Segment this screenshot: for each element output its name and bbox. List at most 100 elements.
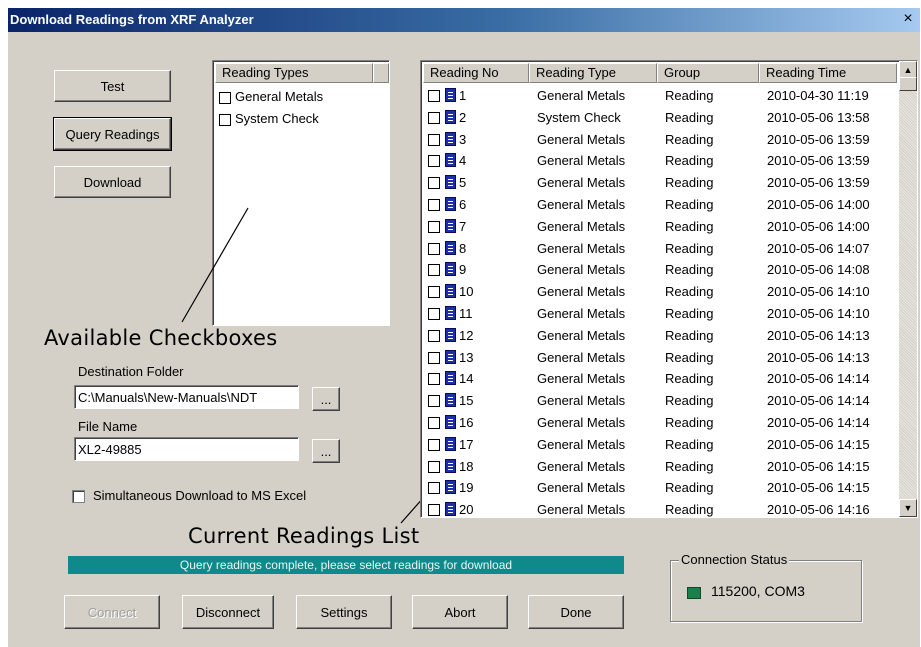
excel-label: Simultaneous Download to MS Excel bbox=[93, 488, 307, 503]
query-readings-button[interactable]: Query Readings bbox=[53, 117, 172, 151]
table-row[interactable]: 17 General Metals Reading 2010-05-06 14:15 bbox=[421, 434, 899, 456]
table-cell: General Metals bbox=[537, 480, 626, 496]
row-checkbox[interactable] bbox=[428, 504, 440, 517]
table-row[interactable]: 7 General Metals Reading 2010-05-06 14:00 bbox=[421, 216, 899, 238]
column-header[interactable]: Reading No bbox=[423, 63, 529, 83]
done-button[interactable]: Done bbox=[528, 595, 624, 629]
document-icon bbox=[445, 240, 456, 255]
table-cell: General Metals bbox=[537, 436, 626, 452]
table-row[interactable]: 1 General Metals Reading 2010-04-30 11:19 bbox=[421, 85, 899, 107]
row-checkbox[interactable] bbox=[428, 351, 440, 364]
disconnect-button[interactable]: Disconnect bbox=[182, 595, 274, 629]
reading-types-list: Reading Types General Metals System Chec… bbox=[212, 60, 390, 326]
column-header[interactable]: Reading Type bbox=[529, 63, 657, 83]
scroll-thumb[interactable] bbox=[899, 77, 917, 91]
column-header[interactable]: Reading Time bbox=[759, 63, 897, 83]
row-checkbox[interactable] bbox=[428, 417, 440, 429]
table-cell: Reading bbox=[665, 218, 714, 234]
table-row[interactable]: 9 General Metals Reading 2010-05-06 14:08 bbox=[421, 259, 899, 281]
table-row[interactable]: 3 General Metals Reading 2010-05-06 13:59 bbox=[421, 129, 899, 151]
test-button[interactable]: Test bbox=[54, 70, 171, 102]
table-cell: 2010-04-30 11:19 bbox=[767, 88, 869, 103]
table-cell: 8 bbox=[459, 240, 467, 256]
checkbox[interactable] bbox=[219, 113, 231, 126]
table-cell: 2010-05-06 14:15 bbox=[767, 480, 870, 496]
table-row[interactable]: 13 General Metals Reading 2010-05-06 14:13 bbox=[421, 347, 899, 369]
scroll-down-icon[interactable]: ▼ bbox=[899, 499, 917, 517]
table-row[interactable]: 16 General Metals Reading 2010-05-06 14:14 bbox=[421, 412, 899, 434]
excel-checkbox[interactable] bbox=[72, 490, 85, 504]
row-checkbox[interactable] bbox=[428, 90, 440, 102]
table-row[interactable]: 19 General Metals Reading 2010-05-06 14:15 bbox=[421, 477, 899, 499]
table-row[interactable]: 2 System Check Reading 2010-05-06 13:58 bbox=[421, 107, 899, 129]
checkbox[interactable] bbox=[219, 91, 231, 104]
row-checkbox[interactable] bbox=[428, 155, 440, 168]
table-cell: 15 bbox=[459, 393, 474, 409]
table-row[interactable]: 14 General Metals Reading 2010-05-06 14:14 bbox=[421, 368, 899, 390]
abort-button[interactable]: Abort bbox=[412, 595, 508, 629]
table-cell: 7 bbox=[459, 218, 467, 234]
table-cell: 2010-05-06 14:08 bbox=[767, 262, 870, 278]
row-checkbox[interactable] bbox=[428, 199, 440, 211]
row-checkbox[interactable] bbox=[428, 286, 440, 299]
table-row[interactable]: 6 General Metals Reading 2010-05-06 14:00 bbox=[421, 194, 899, 216]
file-name-input[interactable] bbox=[74, 437, 299, 461]
title-bar: Download Readings from XRF Analyzer × bbox=[8, 8, 920, 32]
row-checkbox[interactable] bbox=[428, 460, 440, 473]
row-checkbox[interactable] bbox=[428, 308, 440, 320]
row-checkbox[interactable] bbox=[428, 329, 440, 342]
row-checkbox[interactable] bbox=[428, 220, 440, 233]
table-row[interactable]: 4 General Metals Reading 2010-05-06 13:59 bbox=[421, 150, 899, 172]
browse-file-button[interactable]: ... bbox=[312, 439, 340, 463]
table-cell: 2010-05-06 13:59 bbox=[767, 175, 870, 191]
table-cell: Reading bbox=[665, 480, 714, 496]
table-row[interactable]: 12 General Metals Reading 2010-05-06 14:13 bbox=[421, 325, 899, 347]
table-row[interactable]: 10 General Metals Reading 2010-05-06 14:10 bbox=[421, 281, 899, 303]
excel-option[interactable]: Simultaneous Download to MS Excel bbox=[72, 488, 307, 504]
table-cell: General Metals bbox=[537, 458, 626, 474]
dialog-window: Download Readings from XRF Analyzer × Te… bbox=[8, 8, 920, 647]
table-cell: 2010-05-06 14:15 bbox=[767, 436, 870, 452]
table-cell: Reading bbox=[665, 109, 714, 125]
table-row[interactable]: 5 General Metals Reading 2010-05-06 13:59 bbox=[421, 172, 899, 194]
table-cell: Reading bbox=[665, 306, 714, 321]
table-cell: 13 bbox=[459, 349, 474, 365]
table-row[interactable]: 15 General Metals Reading 2010-05-06 14:14 bbox=[421, 390, 899, 412]
connect-button[interactable]: Connect bbox=[64, 595, 160, 629]
row-checkbox[interactable] bbox=[428, 111, 440, 124]
row-checkbox[interactable] bbox=[428, 242, 440, 255]
table-cell: 5 bbox=[459, 175, 467, 191]
close-icon[interactable]: × bbox=[900, 11, 916, 27]
table-cell: Reading bbox=[665, 197, 714, 212]
row-checkbox[interactable] bbox=[428, 373, 440, 386]
table-cell: Reading bbox=[665, 327, 714, 343]
browse-folder-button[interactable]: ... bbox=[312, 387, 340, 411]
table-cell: 9 bbox=[459, 262, 467, 278]
destination-folder-input[interactable] bbox=[74, 385, 299, 409]
connection-status-title: Connection Status bbox=[679, 552, 790, 567]
row-checkbox[interactable] bbox=[428, 395, 440, 408]
table-row[interactable]: 8 General Metals Reading 2010-05-06 14:07 bbox=[421, 238, 899, 260]
status-progress-bar: Query readings complete, please select r… bbox=[68, 556, 624, 574]
row-checkbox[interactable] bbox=[428, 177, 440, 190]
document-icon bbox=[445, 393, 456, 408]
readings-scrollbar[interactable]: ▲ ▼ bbox=[899, 61, 917, 517]
reading-type-item[interactable]: System Check bbox=[219, 111, 319, 126]
row-checkbox[interactable] bbox=[428, 438, 440, 451]
table-row[interactable]: 11 General Metals Reading 2010-05-06 14:10 bbox=[421, 303, 899, 325]
row-checkbox[interactable] bbox=[428, 482, 440, 495]
table-row[interactable]: 20 General Metals Reading 2010-05-06 14:16 bbox=[421, 499, 899, 517]
reading-type-item[interactable]: General Metals bbox=[219, 89, 323, 104]
table-cell: General Metals bbox=[537, 349, 626, 365]
table-cell: General Metals bbox=[537, 175, 626, 191]
download-button[interactable]: Download bbox=[54, 166, 171, 198]
row-checkbox[interactable] bbox=[428, 133, 440, 146]
table-cell: 2010-05-06 13:58 bbox=[767, 109, 870, 125]
reading-types-header[interactable]: Reading Types bbox=[215, 63, 373, 83]
settings-button[interactable]: Settings bbox=[296, 595, 392, 629]
table-cell: General Metals bbox=[537, 393, 626, 409]
table-cell: General Metals bbox=[537, 153, 626, 169]
table-row[interactable]: 18 General Metals Reading 2010-05-06 14:15 bbox=[421, 456, 899, 478]
column-header[interactable]: Group bbox=[657, 63, 759, 83]
row-checkbox[interactable] bbox=[428, 264, 440, 277]
